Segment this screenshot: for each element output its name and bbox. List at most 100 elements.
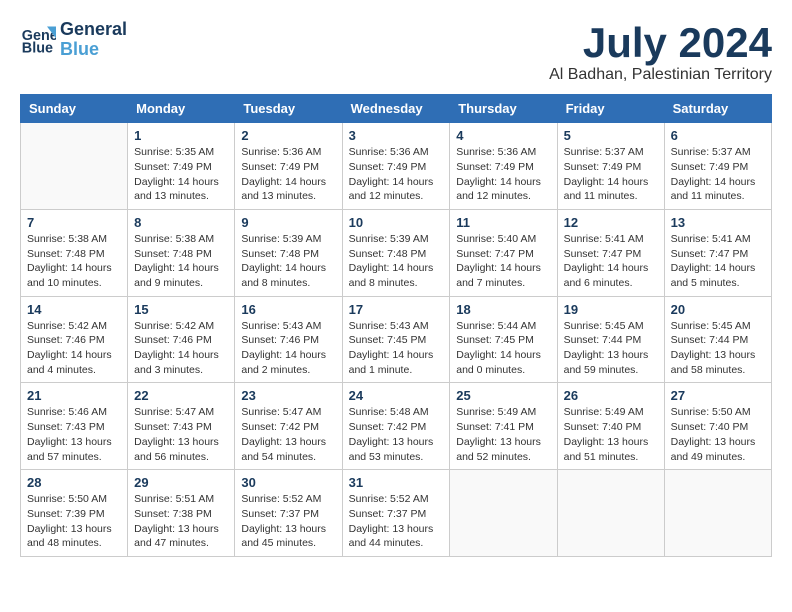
day-info: Sunrise: 5:47 AM Sunset: 7:42 PM Dayligh… xyxy=(241,405,335,464)
day-number: 27 xyxy=(671,388,765,403)
day-number: 19 xyxy=(564,302,658,317)
day-number: 14 xyxy=(27,302,121,317)
day-info: Sunrise: 5:42 AM Sunset: 7:46 PM Dayligh… xyxy=(27,319,121,378)
calendar-cell xyxy=(21,123,128,210)
day-info: Sunrise: 5:41 AM Sunset: 7:47 PM Dayligh… xyxy=(671,232,765,291)
day-info: Sunrise: 5:46 AM Sunset: 7:43 PM Dayligh… xyxy=(27,405,121,464)
day-number: 21 xyxy=(27,388,121,403)
logo-line2: Blue xyxy=(60,40,127,60)
day-info: Sunrise: 5:38 AM Sunset: 7:48 PM Dayligh… xyxy=(27,232,121,291)
day-number: 11 xyxy=(456,215,550,230)
day-number: 9 xyxy=(241,215,335,230)
calendar-week-row: 14 Sunrise: 5:42 AM Sunset: 7:46 PM Dayli… xyxy=(21,296,772,383)
day-info: Sunrise: 5:49 AM Sunset: 7:40 PM Dayligh… xyxy=(564,405,658,464)
day-number: 16 xyxy=(241,302,335,317)
calendar-cell: 25 Sunrise: 5:49 AM Sunset: 7:41 PM Dayli… xyxy=(450,383,557,470)
day-info: Sunrise: 5:37 AM Sunset: 7:49 PM Dayligh… xyxy=(671,145,765,204)
calendar-cell: 30Sunrise: 5:52 AM Sunset: 7:37 PM Dayli… xyxy=(235,470,342,557)
day-number: 12 xyxy=(564,215,658,230)
calendar-cell: 7 Sunrise: 5:38 AM Sunset: 7:48 PM Daylig… xyxy=(21,209,128,296)
day-number: 31 xyxy=(349,475,444,490)
day-number: 1 xyxy=(134,128,228,143)
calendar-cell: 1 Sunrise: 5:35 AM Sunset: 7:49 PM Daylig… xyxy=(128,123,235,210)
calendar-header-thursday: Thursday xyxy=(450,95,557,123)
day-info: Sunrise: 5:38 AM Sunset: 7:48 PM Dayligh… xyxy=(134,232,228,291)
day-info: Sunrise: 5:50 AM Sunset: 7:40 PM Dayligh… xyxy=(671,405,765,464)
calendar-cell: 26 Sunrise: 5:49 AM Sunset: 7:40 PM Dayli… xyxy=(557,383,664,470)
day-info: Sunrise: 5:39 AM Sunset: 7:48 PM Dayligh… xyxy=(241,232,335,291)
day-info: Sunrise: 5:50 AM Sunset: 7:39 PM Dayligh… xyxy=(27,492,121,551)
day-number: 15 xyxy=(134,302,228,317)
day-info: Sunrise: 5:51 AM Sunset: 7:38 PM Dayligh… xyxy=(134,492,228,551)
sub-title: Al Badhan, Palestinian Territory xyxy=(549,66,772,84)
calendar-cell: 3 Sunrise: 5:36 AM Sunset: 7:49 PM Daylig… xyxy=(342,123,450,210)
day-number: 2 xyxy=(241,128,335,143)
calendar-cell: 10Sunrise: 5:39 AM Sunset: 7:48 PM Dayli… xyxy=(342,209,450,296)
logo-icon: General Blue xyxy=(20,22,56,58)
day-number: 26 xyxy=(564,388,658,403)
day-info: Sunrise: 5:43 AM Sunset: 7:45 PM Dayligh… xyxy=(349,319,444,378)
calendar-header-friday: Friday xyxy=(557,95,664,123)
calendar-cell: 29 Sunrise: 5:51 AM Sunset: 7:38 PM Dayli… xyxy=(128,470,235,557)
day-info: Sunrise: 5:35 AM Sunset: 7:49 PM Dayligh… xyxy=(134,145,228,204)
logo: General Blue General Blue xyxy=(20,20,127,60)
calendar-week-row: 1 Sunrise: 5:35 AM Sunset: 7:49 PM Daylig… xyxy=(21,123,772,210)
day-info: Sunrise: 5:45 AM Sunset: 7:44 PM Dayligh… xyxy=(671,319,765,378)
day-info: Sunrise: 5:36 AM Sunset: 7:49 PM Dayligh… xyxy=(241,145,335,204)
page-header: General Blue General Blue July 2024 Al B… xyxy=(20,20,772,84)
day-number: 13 xyxy=(671,215,765,230)
calendar-cell: 6Sunrise: 5:37 AM Sunset: 7:49 PM Daylig… xyxy=(664,123,771,210)
day-info: Sunrise: 5:36 AM Sunset: 7:49 PM Dayligh… xyxy=(456,145,550,204)
main-title: July 2024 xyxy=(549,20,772,66)
day-number: 7 xyxy=(27,215,121,230)
calendar-week-row: 7 Sunrise: 5:38 AM Sunset: 7:48 PM Daylig… xyxy=(21,209,772,296)
calendar-cell: 17Sunrise: 5:43 AM Sunset: 7:45 PM Dayli… xyxy=(342,296,450,383)
calendar-cell: 12Sunrise: 5:41 AM Sunset: 7:47 PM Dayli… xyxy=(557,209,664,296)
day-number: 20 xyxy=(671,302,765,317)
calendar-cell: 27 Sunrise: 5:50 AM Sunset: 7:40 PM Dayli… xyxy=(664,383,771,470)
calendar-cell: 28 Sunrise: 5:50 AM Sunset: 7:39 PM Dayli… xyxy=(21,470,128,557)
day-info: Sunrise: 5:40 AM Sunset: 7:47 PM Dayligh… xyxy=(456,232,550,291)
day-number: 29 xyxy=(134,475,228,490)
day-number: 5 xyxy=(564,128,658,143)
day-number: 23 xyxy=(241,388,335,403)
calendar-cell: 22 Sunrise: 5:47 AM Sunset: 7:43 PM Dayli… xyxy=(128,383,235,470)
day-info: Sunrise: 5:36 AM Sunset: 7:49 PM Dayligh… xyxy=(349,145,444,204)
calendar-cell: 14 Sunrise: 5:42 AM Sunset: 7:46 PM Dayli… xyxy=(21,296,128,383)
day-number: 3 xyxy=(349,128,444,143)
day-info: Sunrise: 5:52 AM Sunset: 7:37 PM Dayligh… xyxy=(241,492,335,551)
logo-line1: General xyxy=(60,20,127,40)
day-number: 8 xyxy=(134,215,228,230)
calendar-header-sunday: Sunday xyxy=(21,95,128,123)
day-info: Sunrise: 5:37 AM Sunset: 7:49 PM Dayligh… xyxy=(564,145,658,204)
day-number: 18 xyxy=(456,302,550,317)
day-number: 25 xyxy=(456,388,550,403)
calendar-cell: 2 Sunrise: 5:36 AM Sunset: 7:49 PM Daylig… xyxy=(235,123,342,210)
day-number: 4 xyxy=(456,128,550,143)
calendar-cell: 9 Sunrise: 5:39 AM Sunset: 7:48 PM Daylig… xyxy=(235,209,342,296)
day-info: Sunrise: 5:49 AM Sunset: 7:41 PM Dayligh… xyxy=(456,405,550,464)
calendar-cell: 11 Sunrise: 5:40 AM Sunset: 7:47 PM Dayli… xyxy=(450,209,557,296)
calendar-cell: 21 Sunrise: 5:46 AM Sunset: 7:43 PM Dayli… xyxy=(21,383,128,470)
day-info: Sunrise: 5:43 AM Sunset: 7:46 PM Dayligh… xyxy=(241,319,335,378)
calendar-week-row: 21 Sunrise: 5:46 AM Sunset: 7:43 PM Dayli… xyxy=(21,383,772,470)
calendar-header-wednesday: Wednesday xyxy=(342,95,450,123)
title-block: July 2024 Al Badhan, Palestinian Territo… xyxy=(549,20,772,84)
day-info: Sunrise: 5:52 AM Sunset: 7:37 PM Dayligh… xyxy=(349,492,444,551)
calendar-cell: 24Sunrise: 5:48 AM Sunset: 7:42 PM Dayli… xyxy=(342,383,450,470)
day-number: 22 xyxy=(134,388,228,403)
calendar-cell xyxy=(450,470,557,557)
day-info: Sunrise: 5:47 AM Sunset: 7:43 PM Dayligh… xyxy=(134,405,228,464)
day-number: 10 xyxy=(349,215,444,230)
calendar-cell: 15 Sunrise: 5:42 AM Sunset: 7:46 PM Dayli… xyxy=(128,296,235,383)
calendar-cell: 13 Sunrise: 5:41 AM Sunset: 7:47 PM Dayli… xyxy=(664,209,771,296)
calendar-header-row: SundayMondayTuesdayWednesdayThursdayFrid… xyxy=(21,95,772,123)
calendar-cell: 4 Sunrise: 5:36 AM Sunset: 7:49 PM Daylig… xyxy=(450,123,557,210)
calendar-cell xyxy=(557,470,664,557)
calendar-header-monday: Monday xyxy=(128,95,235,123)
day-number: 28 xyxy=(27,475,121,490)
day-info: Sunrise: 5:42 AM Sunset: 7:46 PM Dayligh… xyxy=(134,319,228,378)
calendar-cell xyxy=(664,470,771,557)
calendar-cell: 5 Sunrise: 5:37 AM Sunset: 7:49 PM Daylig… xyxy=(557,123,664,210)
calendar-table: SundayMondayTuesdayWednesdayThursdayFrid… xyxy=(20,94,772,557)
